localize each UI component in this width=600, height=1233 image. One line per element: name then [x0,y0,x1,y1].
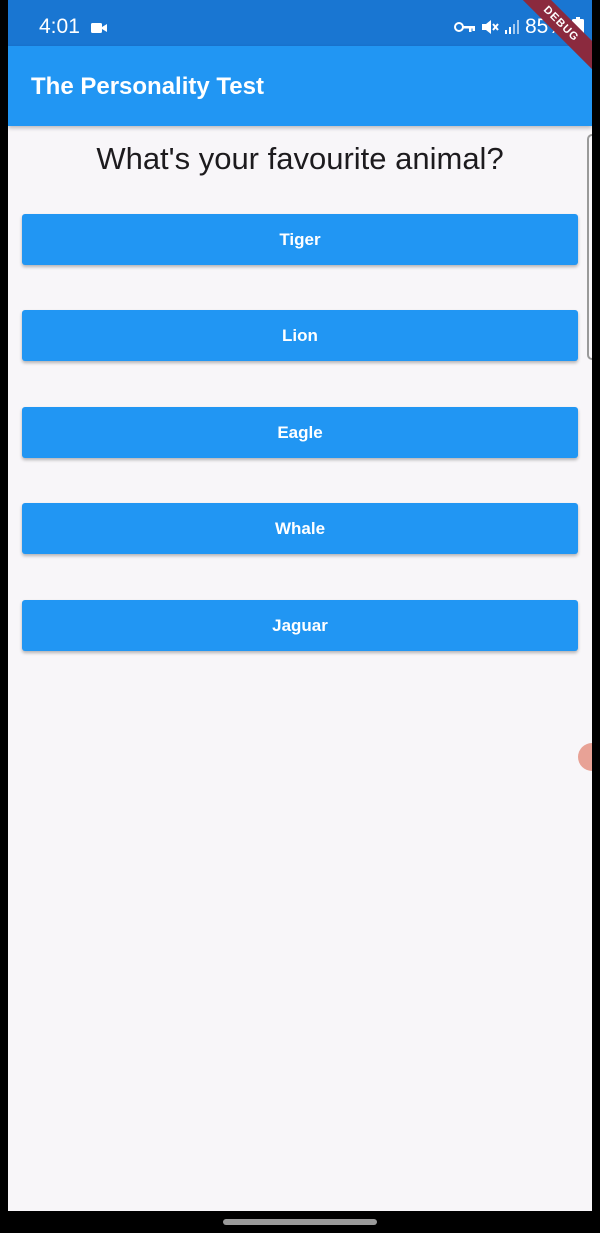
answer-button-whale[interactable]: Whale [22,503,578,554]
answer-button-lion[interactable]: Lion [22,310,578,361]
video-camera-icon [91,21,107,35]
app-bar: The Personality Test [8,46,592,126]
answer-button-eagle[interactable]: Eagle [22,407,578,458]
answer-button-tiger[interactable]: Tiger [22,214,578,265]
home-indicator[interactable] [223,1219,377,1225]
status-time: 4:01 [39,15,80,38]
edge-panel-handle[interactable] [587,134,592,360]
vpn-key-icon [453,20,476,34]
answer-button-jaguar[interactable]: Jaguar [22,600,578,651]
app-title: The Personality Test [31,73,264,100]
mute-icon [481,18,499,36]
app-screen: 4:01 85% The Personality Test DEBUG What… [8,0,592,1211]
question-text: What's your favourite animal? [96,141,504,176]
status-bar: 4:01 85% [8,0,592,46]
signal-icon [504,19,520,35]
floating-touch-dot[interactable] [578,743,592,771]
